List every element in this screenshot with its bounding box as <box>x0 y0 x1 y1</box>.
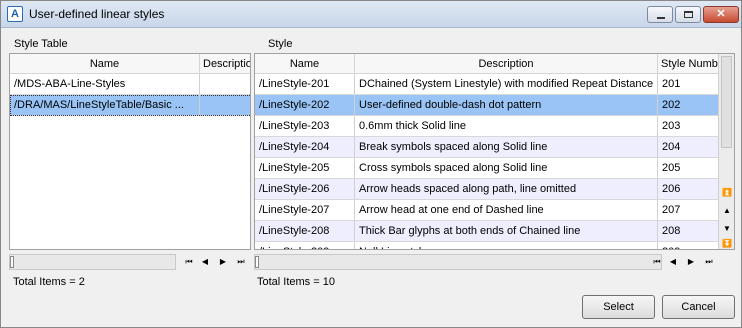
row-style-number: 201 <box>662 78 681 90</box>
row-description: Cross symbols spaced along Solid line <box>355 158 658 178</box>
scroll-down-icon[interactable]: ▼ <box>719 222 734 236</box>
row-style-number: 206 <box>662 183 681 195</box>
row-description: 0.6mm thick Solid line <box>355 116 658 136</box>
next-page-icon[interactable]: ▶ <box>684 255 698 269</box>
column-header-name[interactable]: Name <box>10 54 200 74</box>
previous-page-icon[interactable]: ◀ <box>666 255 680 269</box>
left-horizontal-scrollbar[interactable] <box>9 254 176 270</box>
first-page-icon[interactable]: ⏮ <box>182 255 196 269</box>
maximize-icon <box>684 11 693 18</box>
style-table-grid[interactable]: Name Description /MDS-ABA-Line-Styles /D… <box>9 53 251 250</box>
style-grid-header: Name Description Style Number <box>255 54 719 74</box>
close-icon: ✕ <box>716 8 726 20</box>
table-row[interactable]: /LineStyle-203 0.6mm thick Solid line 203 <box>255 116 719 137</box>
scroll-bottom-icon[interactable]: ⏬ <box>719 237 734 249</box>
row-style-number: 207 <box>662 204 681 216</box>
column-header-name[interactable]: Name <box>255 54 355 74</box>
row-name: /DRA/MAS/LineStyleTable/Basic ... <box>10 95 200 115</box>
previous-page-icon[interactable]: ◀ <box>198 255 212 269</box>
select-button[interactable]: Select <box>582 295 655 319</box>
column-header-description[interactable]: Description <box>355 54 658 74</box>
row-name: /LineStyle-201 <box>255 74 355 94</box>
maximize-button[interactable] <box>675 6 701 23</box>
right-vertical-scrollbar[interactable]: ⏫ ▲ ▼ ⏬ <box>718 54 734 249</box>
row-description: Arrow head at one end of Dashed line <box>355 200 658 220</box>
table-row-selected[interactable]: /LineStyle-202 User-defined double-dash d… <box>255 95 719 116</box>
style-grid[interactable]: Name Description Style Number /LineStyle… <box>254 53 735 250</box>
title-bar[interactable]: A User-defined linear styles ✕ <box>1 1 741 28</box>
table-row-selected[interactable]: /DRA/MAS/LineStyleTable/Basic ... <box>10 95 250 116</box>
table-row[interactable]: /LineStyle-208 Thick Bar glyphs at both e… <box>255 221 719 242</box>
row-name: /LineStyle-209 <box>255 242 355 249</box>
column-header-style-number[interactable]: Style Number <box>658 54 719 74</box>
row-name: /LineStyle-208 <box>255 221 355 241</box>
scrollbar-thumb[interactable] <box>10 256 14 268</box>
row-style-number: 205 <box>662 162 681 174</box>
row-style-number: 204 <box>662 141 681 153</box>
minimize-button[interactable] <box>647 6 673 23</box>
first-page-icon[interactable]: ⏮ <box>650 255 664 269</box>
row-description: User-defined double-dash dot pattern <box>355 95 658 115</box>
row-description <box>200 95 250 115</box>
table-row[interactable]: /MDS-ABA-Line-Styles <box>10 74 250 95</box>
table-row[interactable]: /LineStyle-206 Arrow heads spaced along p… <box>255 179 719 200</box>
style-table-label: Style Table <box>14 38 68 50</box>
row-description: Null Line style <box>355 242 658 249</box>
row-name: /LineStyle-202 <box>255 95 355 115</box>
style-label: Style <box>268 38 293 50</box>
row-name: /LineStyle-203 <box>255 116 355 136</box>
table-row[interactable]: /LineStyle-205 Cross symbols spaced along… <box>255 158 719 179</box>
row-description: Thick Bar glyphs at both ends of Chained… <box>355 221 658 241</box>
row-style-number: 202 <box>662 99 681 111</box>
app-logo-icon: A <box>7 6 23 22</box>
window-title: User-defined linear styles <box>29 7 165 21</box>
table-row[interactable]: /LineStyle-204 Break symbols spaced along… <box>255 137 719 158</box>
right-horizontal-scrollbar[interactable] <box>254 254 662 270</box>
table-row[interactable]: /LineStyle-207 Arrow head at one end of D… <box>255 200 719 221</box>
row-style-number: 209 <box>658 242 719 249</box>
row-name: /LineStyle-206 <box>255 179 355 199</box>
left-total-items: Total Items = 2 <box>13 276 85 288</box>
minimize-icon <box>657 17 665 19</box>
cancel-button[interactable]: Cancel <box>662 295 735 319</box>
close-button[interactable]: ✕ <box>703 6 739 23</box>
right-total-items: Total Items = 10 <box>257 276 335 288</box>
scroll-up-icon[interactable]: ▲ <box>719 204 734 218</box>
dialog-window: A User-defined linear styles ✕ Style Tab… <box>0 0 742 328</box>
table-row[interactable]: /LineStyle-209Null Line style209 <box>255 242 719 249</box>
scrollbar-thumb[interactable] <box>721 56 732 148</box>
row-name: /MDS-ABA-Line-Styles <box>10 74 200 94</box>
column-header-description[interactable]: Description <box>200 54 250 74</box>
row-description: DChained (System Linestyle) with modifie… <box>355 74 658 94</box>
scrollbar-thumb[interactable] <box>255 256 259 268</box>
row-style-number: 208 <box>662 225 681 237</box>
row-description: Arrow heads spaced along path, line omit… <box>355 179 658 199</box>
row-name: /LineStyle-205 <box>255 158 355 178</box>
row-name: /LineStyle-204 <box>255 137 355 157</box>
row-description <box>200 74 250 94</box>
next-page-icon[interactable]: ▶ <box>216 255 230 269</box>
row-description: Break symbols spaced along Solid line <box>355 137 658 157</box>
row-name: /LineStyle-207 <box>255 200 355 220</box>
row-style-number: 203 <box>662 120 681 132</box>
style-table-header: Name Description <box>10 54 250 74</box>
last-page-icon[interactable]: ⏭ <box>234 255 248 269</box>
last-page-icon[interactable]: ⏭ <box>702 255 716 269</box>
left-pager: ⏮ ◀ ▶ ⏭ <box>182 255 248 269</box>
table-row[interactable]: /LineStyle-201 DChained (System Linestyle… <box>255 74 719 95</box>
right-pager: ⏮ ◀ ▶ ⏭ <box>650 255 716 269</box>
scroll-top-icon[interactable]: ⏫ <box>719 186 734 200</box>
